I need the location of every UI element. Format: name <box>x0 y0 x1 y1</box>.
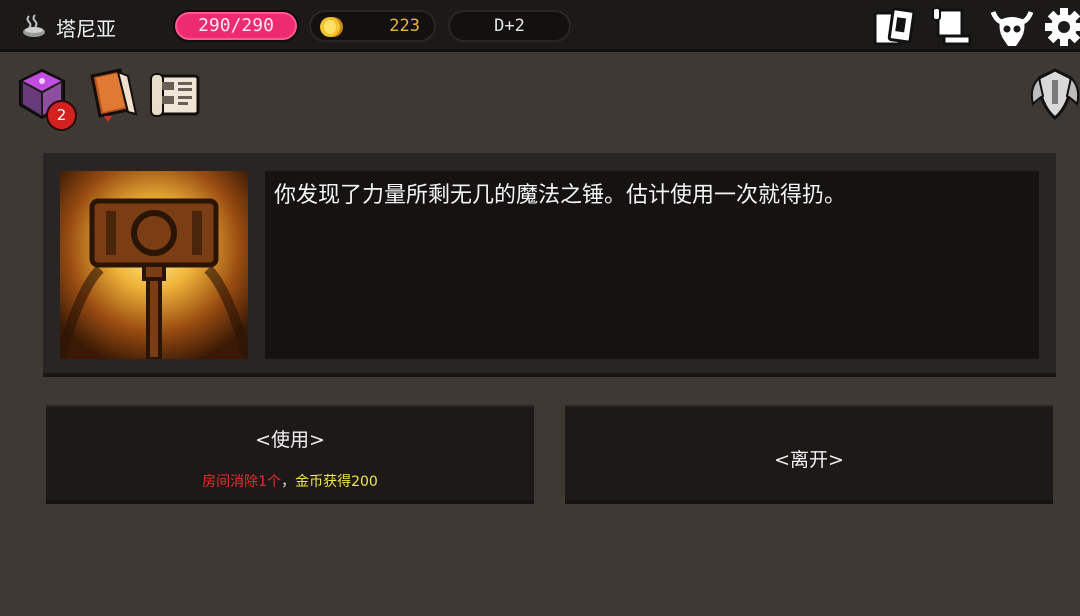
scroll-item-button[interactable] <box>148 66 204 124</box>
gold-coin-icon <box>320 17 343 37</box>
magic-hammer-icon <box>60 171 248 359</box>
effect-negative: 房间消除1个 <box>202 474 282 490</box>
dice-count-badge: 2 <box>46 100 77 131</box>
spellbook-icon <box>90 68 138 122</box>
effect-separator: ， <box>281 474 296 490</box>
effect-positive: 金币获得200 <box>295 474 378 490</box>
location-name: 塔尼亚 <box>56 17 116 41</box>
event-description: 你发现了力量所剩无几的魔法之锤。估计使用一次就得扔。 <box>274 183 847 208</box>
hp-display: 290/290 <box>173 10 299 42</box>
winged-shield-button[interactable] <box>1030 66 1080 122</box>
event-image <box>60 171 248 359</box>
monster-button[interactable] <box>990 6 1034 48</box>
winged-shield-icon <box>1030 68 1080 120</box>
use-choice-label: <使用> <box>255 429 325 451</box>
day-counter: D+2 <box>448 10 571 42</box>
gold-display: 223 <box>309 10 436 42</box>
gear-icon <box>1045 8 1080 46</box>
settings-button[interactable] <box>1042 6 1080 48</box>
steaming-pot-icon <box>23 14 45 37</box>
top-bar: 塔尼亚 290/290 223 D+2 <box>0 0 1080 52</box>
spellbook-item-button[interactable] <box>82 66 138 124</box>
leave-choice-button[interactable]: <离开> <box>565 405 1053 500</box>
use-choice-button[interactable]: <使用> 房间消除1个，金币获得200 <box>46 405 534 500</box>
scroll-icon <box>150 73 200 117</box>
map-scroll-icon <box>932 7 972 46</box>
event-panel: 你发现了力量所剩无几的魔法之锤。估计使用一次就得扔。 <box>43 153 1056 377</box>
event-text-box: 你发现了力量所剩无几的魔法之锤。估计使用一次就得扔。 <box>265 171 1039 359</box>
gold-value: 223 <box>389 16 420 36</box>
leave-choice-label: <离开> <box>774 449 844 471</box>
cards-icon <box>873 7 916 46</box>
cards-button[interactable] <box>872 6 916 48</box>
use-choice-effect: 房间消除1个，金币获得200 <box>46 471 534 491</box>
map-button[interactable] <box>930 6 974 48</box>
monster-skull-icon <box>990 11 1034 46</box>
